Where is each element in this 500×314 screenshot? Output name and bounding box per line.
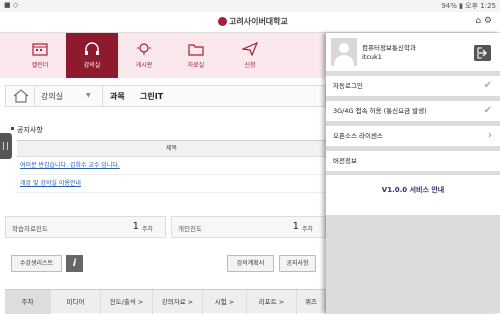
avatar-body: [334, 55, 354, 66]
study-progress-label: 학습자료진도: [12, 225, 48, 233]
avatar: [331, 38, 357, 66]
profile-id: itcuk1: [362, 53, 382, 61]
side-drawer: 컴퓨터정보통신학과 itcuk1 자동로그인 ✔ 3G/4G 접속 허용 (통신…: [326, 33, 500, 313]
check-icon[interactable]: ✔: [484, 105, 492, 117]
bottom-tab-week[interactable]: 주차: [5, 290, 51, 314]
tab-label: 캘린더: [31, 62, 49, 69]
tab-label: 자료실: [187, 62, 205, 69]
tab-calendar[interactable]: 캘린더: [14, 33, 66, 78]
license-row[interactable]: 오픈소스 라이센스 ›: [326, 126, 500, 146]
tab-bar-edge: [0, 33, 14, 78]
bottom-tab-exam[interactable]: 시험 >: [203, 290, 247, 314]
grip-icon: [3, 142, 8, 150]
app-title: 고려사이버대학교: [229, 17, 288, 26]
notice-button[interactable]: 공지사항: [279, 255, 316, 272]
divider: [102, 86, 103, 106]
university-logo-icon: [218, 17, 227, 26]
personal-progress-unit: 주차: [301, 226, 313, 233]
check-icon[interactable]: ✔: [484, 80, 492, 92]
table-row[interactable]: 개강 및 강의실 이용안내: [17, 175, 326, 193]
bottom-tab-media[interactable]: 미디어: [51, 290, 101, 314]
network-label: 3G/4G 접속 허용 (통신요금 발생): [333, 107, 427, 115]
bottom-tab-bar: 주차 미디어 진도/출석 > 강의자료 > 시험 > 리포트 > 퀴즈: [5, 289, 326, 314]
folder-icon: [188, 44, 204, 56]
header-icons[interactable]: ⌂ ⚙: [475, 16, 492, 26]
version-box: [326, 175, 500, 215]
bottom-tab-attendance[interactable]: 진도/출석 >: [101, 290, 153, 314]
chevron-down-icon[interactable]: ▼: [86, 92, 91, 99]
version-info[interactable]: V1.0.0 서비스 안내: [326, 185, 500, 195]
status-bar: ■ ◇ 94% ▮ 오후 1:25: [0, 0, 500, 12]
breadcrumb: 강의실 ▼ 과목 그린IT: [5, 85, 326, 107]
bottom-tab-materials[interactable]: 강의자료 >: [153, 290, 203, 314]
info-button[interactable]: i: [66, 255, 83, 272]
bottom-tab-report[interactable]: 리포트 >: [247, 290, 297, 314]
status-right: 94% ▮ 오후 1:25: [441, 2, 496, 10]
version-row: 버전정보: [326, 151, 500, 171]
chevron-right-icon: ›: [488, 130, 492, 141]
drawer-handle[interactable]: [0, 133, 12, 159]
tab-label: 강의실: [83, 62, 101, 69]
license-label: 오픈소스 라이센스: [333, 132, 383, 140]
headphones-icon: [85, 42, 99, 55]
personal-progress-label: 개인진도: [178, 225, 202, 233]
brand: 고려사이버대학교: [218, 16, 288, 27]
personal-progress-value: 1: [292, 221, 299, 232]
avatar-head: [339, 43, 349, 53]
bottom-tab-quiz[interactable]: 퀴즈: [297, 290, 326, 314]
notice-table: 제목 여러분 반갑습니다. 김희수 교수 입니다. 개강 및 강의실 이용안내: [17, 140, 326, 193]
logout-icon[interactable]: [474, 45, 491, 61]
table-row[interactable]: 여러분 반갑습니다. 김희수 교수 입니다.: [17, 157, 326, 175]
tab-archive[interactable]: 자료실: [170, 33, 222, 78]
home-icon[interactable]: [13, 89, 29, 103]
profile-department: 컴퓨터정보통신학과: [362, 44, 416, 52]
main-tab-bar: 캘린더 강의실 게시판 자료실 신청: [14, 33, 326, 78]
bulb-icon: [137, 43, 151, 55]
lecture-plan-button[interactable]: 강의계획서: [227, 255, 274, 272]
auto-login-label: 자동로그인: [333, 82, 363, 90]
personal-progress: 개인진도 1 주차: [171, 216, 326, 238]
network-row[interactable]: 3G/4G 접속 허용 (통신요금 발생) ✔: [326, 101, 500, 121]
version-title: 버전정보: [333, 157, 357, 165]
table-header: 제목: [17, 141, 326, 157]
notice-title: 공지사항: [17, 126, 43, 134]
student-list-button[interactable]: 수강생리스트: [11, 255, 62, 272]
divider: [34, 86, 35, 106]
auto-login-row[interactable]: 자동로그인 ✔: [326, 76, 500, 96]
calendar-icon: [32, 43, 48, 56]
tab-label: 게시판: [135, 62, 153, 69]
main-content: [5, 107, 326, 313]
app-header: 고려사이버대학교 ⌂ ⚙: [0, 12, 500, 33]
tab-apply[interactable]: 신청: [222, 33, 278, 78]
tab-board[interactable]: 게시판: [118, 33, 170, 78]
profile-card: 컴퓨터정보통신학과 itcuk1: [326, 33, 500, 71]
study-progress: 학습자료진도 1 주차: [5, 216, 166, 238]
study-progress-value: 1: [132, 221, 139, 232]
classroom-select[interactable]: 강의실: [41, 91, 63, 102]
bullet-icon: [11, 127, 14, 130]
tab-label: 신청: [244, 62, 256, 69]
study-progress-unit: 주차: [141, 226, 153, 233]
course-label: 과목: [110, 92, 125, 101]
status-left: ■ ◇: [4, 1, 19, 9]
send-icon: [242, 42, 258, 56]
tab-classroom[interactable]: 강의실: [66, 33, 118, 78]
course-name[interactable]: 그린IT: [140, 91, 163, 102]
